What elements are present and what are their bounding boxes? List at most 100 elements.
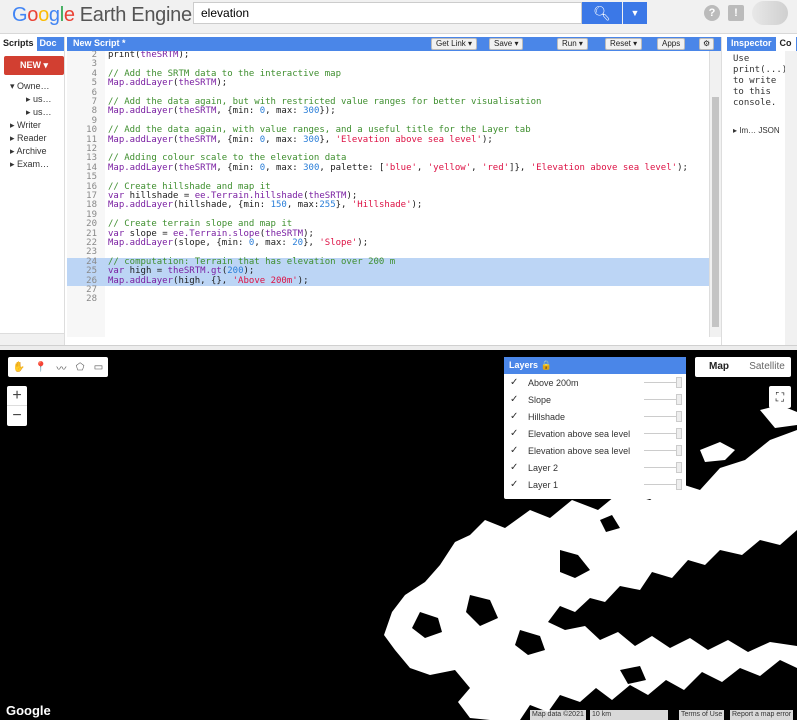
layer-name: Hillshade	[528, 411, 566, 422]
hand-icon[interactable]: ✋	[13, 362, 25, 373]
button-label: Run	[562, 39, 577, 48]
code-line[interactable]: 2 print(theSRTM);	[67, 51, 709, 60]
layer-row[interactable]: ✓ Hillshade	[504, 408, 686, 425]
code-line[interactable]: 22 Map.addLayer(slope, {min: 0, max: 20},…	[67, 238, 709, 248]
layer-row[interactable]: ✓ Above 200m	[504, 374, 686, 391]
scroll-thumb[interactable]	[712, 97, 719, 327]
code-line[interactable]: 8 Map.addLayer(theSRTM, {min: 0, max: 300…	[67, 106, 709, 116]
zoom-in-button[interactable]: +	[7, 386, 27, 406]
slider-knob[interactable]	[676, 411, 682, 422]
tree-item-owner[interactable]: ▾ Owne…	[0, 80, 64, 93]
tree-item-reader[interactable]: ▸ Reader	[0, 132, 64, 145]
map-data-attribution: Map data ©2021	[530, 710, 586, 720]
slider-knob[interactable]	[676, 394, 682, 405]
google-earth-engine-logo[interactable]: Google Earth Engine	[12, 4, 192, 27]
feedback-icon[interactable]: !	[728, 5, 744, 21]
code-text: print(theSRTM);	[108, 51, 190, 60]
layer-name: Elevation above sea level	[528, 428, 631, 439]
layer-checkbox[interactable]: ✓	[510, 445, 520, 456]
layer-row[interactable]: ✓ Layer 2	[504, 459, 686, 476]
editor-vertical-scrollbar[interactable]	[709, 51, 721, 337]
layer-checkbox[interactable]: ✓	[510, 462, 520, 473]
opacity-slider[interactable]	[644, 416, 680, 417]
horizontal-scrollbar[interactable]	[0, 333, 64, 345]
console-vertical-scrollbar[interactable]	[785, 51, 797, 345]
apps-button[interactable]: Apps	[657, 38, 686, 50]
chevron-down-icon: ▼	[630, 8, 640, 18]
rectangle-icon[interactable]: ▭	[94, 362, 103, 373]
tree-label: Reader	[17, 133, 47, 143]
tab-docs[interactable]: Doc	[37, 37, 60, 51]
layer-checkbox[interactable]: ✓	[510, 428, 520, 439]
opacity-slider[interactable]	[644, 382, 680, 383]
layer-row[interactable]: ✓ Elevation above sea level	[504, 442, 686, 459]
code-text: Map.addLayer(high, {}, 'Above 200m');	[108, 275, 309, 286]
reset-button[interactable]: Reset ▾	[605, 38, 643, 50]
zoom-out-button[interactable]: −	[7, 406, 27, 426]
tree-item-writer[interactable]: ▸ Writer	[0, 119, 64, 132]
get-link-button[interactable]: Get Link ▾	[431, 38, 478, 50]
code-line[interactable]: 28	[67, 294, 709, 304]
tree-label: Owne…	[17, 81, 50, 91]
slider-knob[interactable]	[676, 479, 682, 490]
lock-icon[interactable]: 🔒	[541, 360, 552, 370]
search-icon: 🔍︎	[593, 5, 611, 21]
map-type-satellite[interactable]: Satellite	[743, 357, 791, 377]
code-text: Map.addLayer(theSRTM, {min: 0, max: 300,…	[108, 162, 688, 173]
help-icon[interactable]: ?	[704, 5, 720, 21]
settings-gear-icon[interactable]: ⚙	[699, 38, 715, 50]
run-button[interactable]: Run ▾	[557, 38, 588, 50]
tree-item-user-1[interactable]: ▸ us…	[0, 93, 64, 106]
tab-inspector[interactable]: Inspector	[727, 37, 776, 51]
search-input[interactable]	[193, 2, 582, 24]
layer-row[interactable]: ✓ Layer 1	[504, 476, 686, 493]
layer-row[interactable]: ✓ Slope	[504, 391, 686, 408]
code-text: Map.addLayer(theSRTM);	[108, 78, 228, 89]
slider-knob[interactable]	[676, 377, 682, 388]
tree-item-archive[interactable]: ▸ Archive	[0, 145, 64, 158]
layer-row[interactable]: ✓ Elevation above sea level	[504, 425, 686, 442]
code-line[interactable]: 11 Map.addLayer(theSRTM, {min: 0, max: 30…	[67, 134, 709, 145]
layer-checkbox[interactable]: ✓	[510, 394, 520, 405]
terms-link[interactable]: Terms of Use	[679, 710, 725, 720]
code-line[interactable]: 27	[67, 285, 709, 295]
fullscreen-icon[interactable]: ⛶	[769, 386, 791, 408]
layers-header[interactable]: Layers 🔒	[504, 357, 686, 374]
opacity-slider[interactable]	[644, 433, 680, 434]
search-button[interactable]: 🔍︎	[582, 2, 622, 24]
scale-bar: 10 km	[590, 710, 668, 720]
opacity-slider[interactable]	[644, 399, 680, 400]
search-options-dropdown[interactable]: ▼	[623, 2, 647, 24]
avatar[interactable]	[752, 1, 788, 25]
new-label: NEW	[19, 60, 41, 70]
layer-checkbox[interactable]: ✓	[510, 377, 520, 388]
new-button[interactable]: NEW ▾	[4, 56, 64, 75]
polygon-icon[interactable]: ⬠	[76, 362, 85, 373]
opacity-slider[interactable]	[644, 467, 680, 468]
line-icon[interactable]: 〰	[56, 360, 66, 375]
map-type-map[interactable]: Map	[695, 357, 743, 377]
tab-scripts[interactable]: Scripts	[0, 37, 37, 51]
code-text: Map.addLayer(theSRTM, {min: 0, max: 300}…	[108, 134, 493, 145]
code-line[interactable]: 26 Map.addLayer(high, {}, 'Above 200m');	[67, 275, 709, 286]
code-area[interactable]: 2 print(theSRTM); 3 4// Add the SRTM data t…	[67, 51, 709, 337]
layers-title: Layers	[509, 360, 539, 370]
opacity-slider[interactable]	[644, 450, 680, 451]
save-button[interactable]: Save ▾	[489, 38, 524, 50]
layer-checkbox[interactable]: ✓	[510, 411, 520, 422]
report-error-link[interactable]: Report a map error	[730, 710, 794, 720]
tab-console[interactable]: Co	[775, 37, 796, 51]
tree-item-user-2[interactable]: ▸ us…	[0, 106, 64, 119]
code-line[interactable]: 5 Map.addLayer(theSRTM);	[67, 78, 709, 89]
opacity-slider[interactable]	[644, 484, 680, 485]
slider-knob[interactable]	[676, 445, 682, 456]
slider-knob[interactable]	[676, 462, 682, 473]
code-text: Map.addLayer(slope, {min: 0, max: 20}, '…	[108, 238, 369, 248]
tree-item-examples[interactable]: ▸ Exam…	[0, 158, 64, 171]
layer-checkbox[interactable]: ✓	[510, 479, 520, 490]
marker-icon[interactable]: 📍	[35, 362, 47, 373]
logo-text: Earth Engine	[79, 4, 192, 26]
code-line[interactable]: 14 Map.addLayer(theSRTM, {min: 0, max: 30…	[67, 162, 709, 173]
slider-knob[interactable]	[676, 428, 682, 439]
code-line[interactable]: 18 Map.addLayer(hillshade, {min: 150, max…	[67, 200, 709, 210]
